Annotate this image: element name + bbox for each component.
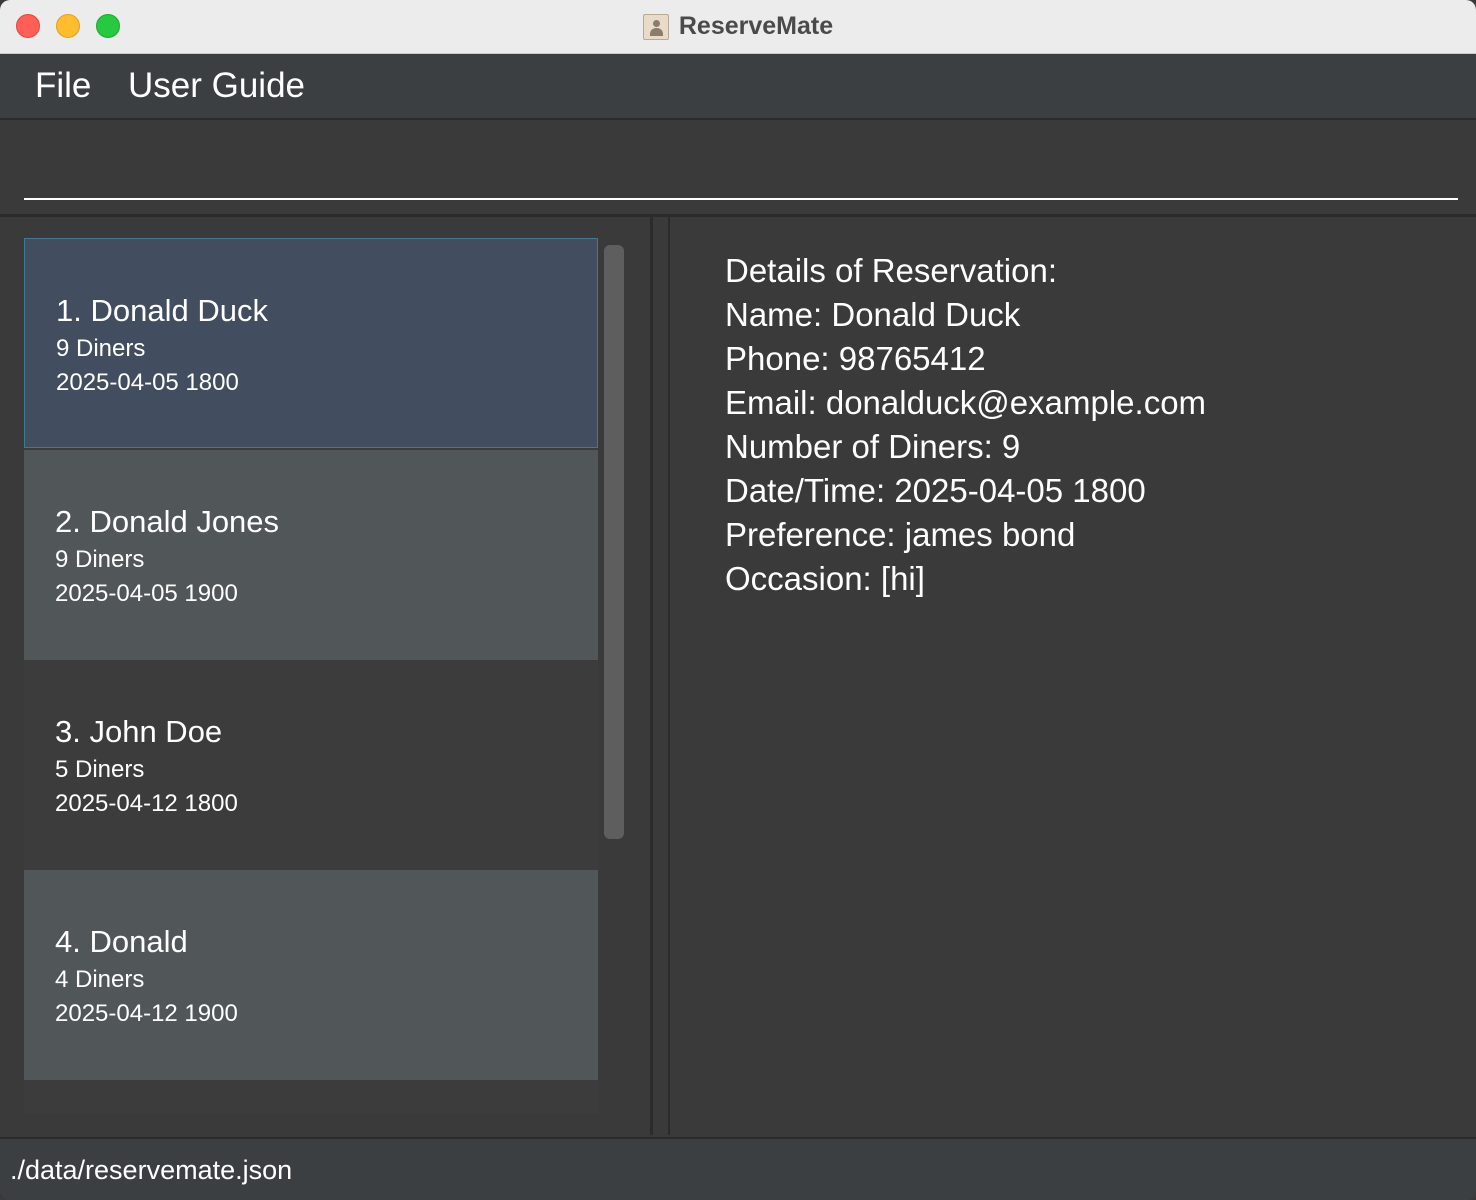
details-diners: Number of Diners: 9 [725,428,1021,465]
status-bar: ./data/reservemate.json [0,1137,1476,1200]
reservation-details-panel: Details of Reservation: Name: Donald Duc… [668,217,1476,1135]
reservation-datetime: 2025-04-12 1900 [55,1000,238,1027]
menu-bar: File User Guide [0,54,1476,120]
reservation-list-panel: 1. Donald Duck 9 Diners 2025-04-05 1800 … [2,217,653,1135]
reservation-diners: 4 Diners [55,966,145,993]
reservation-diners: 9 Diners [56,335,146,362]
reservation-name: 4. Donald [55,924,188,959]
details-preference: Preference: james bond [725,516,1076,553]
menu-file[interactable]: File [35,66,91,106]
command-box-area [0,120,1476,217]
reservation-datetime: 2025-04-12 1800 [55,790,238,817]
app-window: ReserveMate File User Guide 1. Donald Du… [0,0,1476,1200]
data-file-path: ./data/reservemate.json [10,1155,293,1185]
title-bar: ReserveMate [0,0,1476,54]
details-email: Email: donalduck@example.com [725,384,1207,421]
list-scrollbar[interactable] [604,245,624,839]
details-occasion: Occasion: [hi] [725,560,925,597]
details-heading: Details of Reservation: [725,252,1057,289]
reservation-card-3[interactable]: 3. John Doe 5 Diners 2025-04-12 1800 [24,660,598,870]
details-phone: Phone: 98765412 [725,340,986,377]
menu-user-guide[interactable]: User Guide [128,66,305,106]
reservation-diners: 5 Diners [55,756,145,783]
reservation-card-2[interactable]: 2. Donald Jones 9 Diners 2025-04-05 1900 [24,450,598,660]
command-input[interactable] [24,136,1458,200]
reservation-name: 1. Donald Duck [56,293,268,328]
reservation-card-4[interactable]: 4. Donald 4 Diners 2025-04-12 1900 [24,870,598,1080]
reservation-datetime: 2025-04-05 1800 [56,369,239,396]
reservation-datetime: 2025-04-05 1900 [55,580,238,607]
details-datetime: Date/Time: 2025-04-05 1800 [725,472,1146,509]
contact-card-icon [642,13,669,40]
reservation-name: 2. Donald Jones [55,504,280,539]
details-name: Name: Donald Duck [725,296,1021,333]
reservation-card-1[interactable]: 1. Donald Duck 9 Diners 2025-04-05 1800 [24,238,598,448]
window-title: ReserveMate [678,12,834,40]
title-container: ReserveMate [0,0,1476,53]
reservation-diners: 9 Diners [55,546,145,573]
reservation-list[interactable]: 1. Donald Duck 9 Diners 2025-04-05 1800 … [24,238,598,1114]
reservation-name: 3. John Doe [55,714,223,749]
